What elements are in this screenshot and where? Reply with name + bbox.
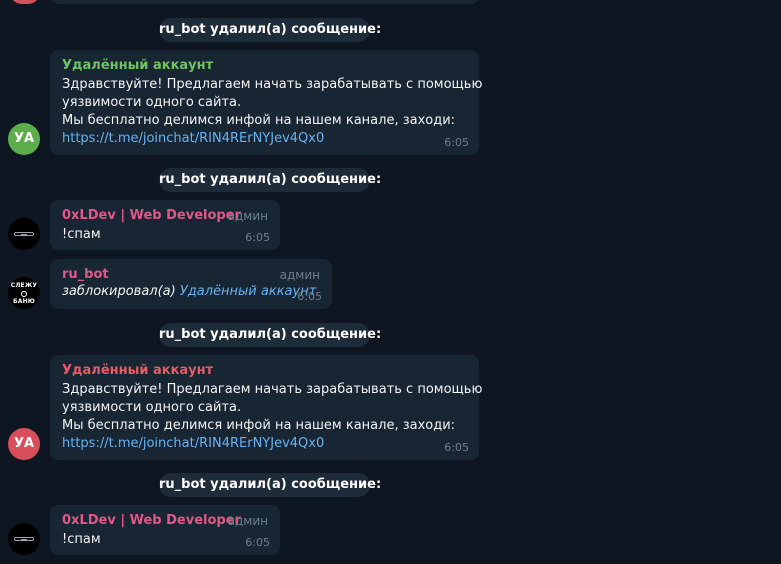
banned-user-link[interactable]: Удалённый аккаунт <box>180 284 316 299</box>
ldev-logo-icon <box>14 537 34 541</box>
sender-name[interactable]: Удалённый аккаунт <box>62 363 467 379</box>
message-bubble[interactable]: Удалённый аккаунт Здравствуйте! Предлага… <box>50 355 483 460</box>
avatar-0xldev[interactable] <box>8 218 40 250</box>
avatar-text: БАНЮ <box>12 298 36 305</box>
message-line: уязвимости одного сайта. <box>62 400 242 415</box>
message-time: 6:05 <box>245 231 270 244</box>
sender-name[interactable]: Удалённый аккаунт <box>62 58 467 74</box>
avatar-text: СЛЕЖУ <box>10 282 38 289</box>
invite-link[interactable]: https://t.me/joinchat/RIN4RErNYJev4Qx0 <box>62 130 467 148</box>
admin-badge: админ <box>279 268 320 282</box>
message-text: !спам <box>62 532 101 547</box>
service-message-deleted: ru_bot удалил(а) сообщение: <box>159 18 381 42</box>
message-time: 6:05 <box>297 290 322 303</box>
previous-avatar-fragment <box>10 0 40 4</box>
message-line: Здравствуйте! Предлагаем начать зарабаты… <box>62 77 483 92</box>
avatar-ru-bot[interactable]: СЛЕЖУ БАНЮ <box>8 277 40 309</box>
message-bubble[interactable]: Удалённый аккаунт Здравствуйте! Предлага… <box>50 50 483 155</box>
eye-icon <box>21 291 27 297</box>
message-text: Здравствуйте! Предлагаем начать зарабаты… <box>62 76 483 148</box>
avatar-deleted-account[interactable]: УА <box>8 428 40 460</box>
avatar-0xldev[interactable] <box>8 523 40 555</box>
service-message-deleted: ru_bot удалил(а) сообщение: <box>159 168 381 192</box>
avatar-deleted-account[interactable]: УА <box>8 123 40 155</box>
message-bubble[interactable]: 0xLDev | Web Developer админ !спам 6:05 <box>50 505 280 555</box>
message-line: Мы бесплатно делимся инфой на нашем кана… <box>62 113 456 128</box>
message-bubble[interactable]: 0xLDev | Web Developer админ !спам 6:05 <box>50 200 280 250</box>
admin-badge: админ <box>227 514 268 528</box>
message-bubble[interactable]: ru_bot админ заблокировал(а) Удалённый а… <box>50 259 332 309</box>
message-line: уязвимости одного сайта. <box>62 95 242 110</box>
action-label: заблокировал(а) <box>62 284 176 299</box>
previous-message-fragment <box>50 0 479 4</box>
admin-badge: админ <box>227 209 268 223</box>
message-line: Мы бесплатно делимся инфой на нашем кана… <box>62 418 456 433</box>
message-time: 6:05 <box>245 536 270 549</box>
invite-link[interactable]: https://t.me/joinchat/RIN4RErNYJev4Qx0 <box>62 435 467 453</box>
service-message-deleted: ru_bot удалил(а) сообщение: <box>159 323 381 347</box>
ldev-logo-icon <box>14 232 34 236</box>
message-text: !спам <box>62 227 101 242</box>
service-message-deleted: ru_bot удалил(а) сообщение: <box>159 473 381 497</box>
message-line: Здравствуйте! Предлагаем начать зарабаты… <box>62 382 483 397</box>
message-text: Здравствуйте! Предлагаем начать зарабаты… <box>62 381 483 453</box>
ban-action-text: заблокировал(а) Удалённый аккаунт <box>62 283 320 301</box>
message-time: 6:05 <box>444 136 469 149</box>
chat-history[interactable]: ru_bot удалил(а) сообщение: УА Удалённый… <box>0 0 781 564</box>
message-time: 6:05 <box>444 441 469 454</box>
